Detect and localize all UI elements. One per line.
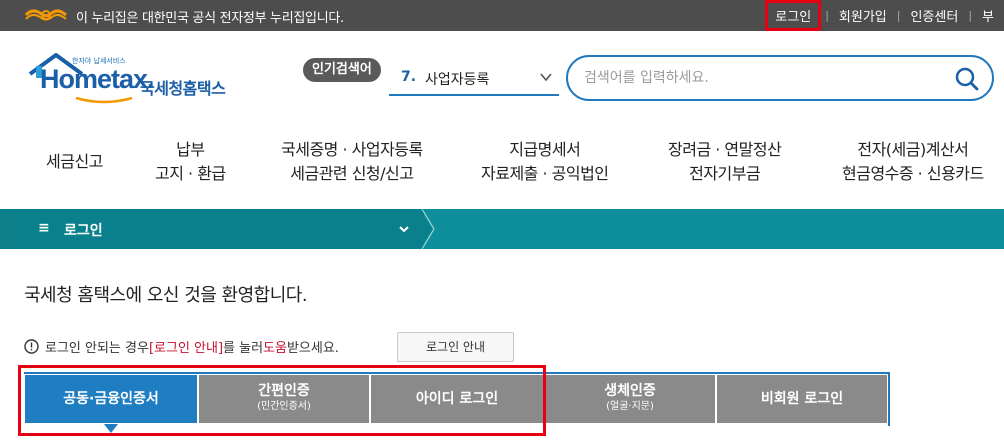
menu-label: 세금신고	[46, 152, 103, 171]
menu-payment[interactable]: 납부 고지 · 환급	[155, 138, 226, 186]
menu-label: 국세증명 · 사업자등록	[281, 140, 423, 159]
gov-banner-text: 이 누리집은 대한민국 공식 전자정부 누리집입니다.	[76, 11, 344, 26]
top-more-link[interactable]: 부	[972, 6, 1004, 25]
search-icon[interactable]	[954, 66, 980, 92]
menu-label: 전자(세금)계산서	[857, 140, 969, 159]
logo-swoosh-icon	[75, 96, 133, 104]
popular-keyword-rank: 7.	[401, 69, 417, 85]
page-title: 국세청 홈택스에 오신 것을 환영합니다.	[24, 285, 308, 306]
hamburger-icon[interactable]: ≡	[38, 220, 50, 236]
popular-keyword-text: 사업자등록	[425, 72, 490, 88]
nav-left-cap	[0, 209, 24, 249]
menu-sublabel: 세금관련 신청/신고	[290, 164, 414, 183]
tab-sublabel: (얼굴·지문)	[606, 401, 654, 412]
alert-circle-icon	[24, 339, 39, 354]
menu-label: 장려금 · 연말정산	[668, 140, 782, 159]
notice-help-text: 도움	[263, 341, 287, 356]
menu-sublabel: 고지 · 환급	[155, 164, 226, 183]
popular-keywords-badge: 인기검색어	[303, 58, 381, 82]
tab-simple-auth[interactable]: 간편인증 (민간인증서)	[198, 374, 370, 424]
notice-guide-link: [로그인 안내]	[148, 341, 224, 356]
top-cert-center-link[interactable]: 인증센터	[900, 6, 968, 25]
tab-label: 아이디 로그인	[415, 391, 499, 407]
menu-certificates[interactable]: 국세증명 · 사업자등록 세금관련 신청/신고	[281, 138, 423, 186]
chevron-down-icon	[540, 73, 552, 82]
breadcrumb-separator-icon	[420, 209, 435, 249]
menu-payment-statements[interactable]: 지급명세서 자료제출 · 공익법인	[481, 138, 609, 186]
login-guide-button[interactable]: 로그인 안내	[397, 332, 514, 362]
top-links: 로그인 | 회원가입 | 인증센터 | 부	[765, 0, 1004, 31]
tab-label: 간편인증	[258, 383, 310, 399]
logo-brand-kr: 국세청홈택스	[140, 79, 226, 98]
gov-banner: 이 누리집은 대한민국 공식 전자정부 누리집입니다. 로그인 | 회원가입 |…	[0, 0, 1004, 31]
menu-incentives[interactable]: 장려금 · 연말정산 전자기부금	[668, 138, 782, 186]
tab-sublabel: (민간인증서)	[257, 401, 311, 412]
location-title: 로그인	[64, 223, 103, 239]
hometax-logo[interactable]: 한자야 납세서비스 Hometax. 국세청홈택스	[26, 52, 246, 106]
menu-label: 납부	[176, 140, 205, 159]
notice-text: 로그인 안되는 경우	[45, 341, 149, 356]
tab-id-login[interactable]: 아이디 로그인	[370, 374, 544, 424]
logo-brand: Hometax.	[40, 64, 155, 94]
tab-non-member[interactable]: 비회원 로그인	[716, 374, 888, 424]
active-tab-indicator	[104, 424, 118, 433]
search-input[interactable]	[584, 67, 924, 89]
top-login-link[interactable]: 로그인	[765, 0, 822, 31]
notice-text: 받으세요.	[286, 341, 339, 356]
popular-keyword-select[interactable]: 7. 사업자등록	[389, 62, 559, 96]
tab-label: 공동·금융인증서	[63, 391, 159, 407]
login-method-tabs: 공동·금융인증서 간편인증 (민간인증서) 아이디 로그인 생체인증 (얼굴·지…	[24, 372, 890, 426]
login-notice: 로그인 안되는 경우 [로그인 안내] 를 눌러 도움 받으세요.	[24, 337, 339, 356]
top-signup-link[interactable]: 회원가입	[829, 6, 897, 25]
tab-label: 생체인증	[604, 383, 656, 399]
notice-text: 를 눌러	[223, 341, 264, 356]
menu-sublabel: 현금영수증 · 신용카드	[842, 164, 984, 183]
menu-tax-filing[interactable]: 세금신고	[46, 150, 103, 174]
menu-sublabel: 전자기부금	[689, 164, 761, 183]
search-box	[566, 55, 994, 101]
tab-joint-certificate[interactable]: 공동·금융인증서	[24, 374, 198, 424]
menu-e-invoice[interactable]: 전자(세금)계산서 현금영수증 · 신용카드	[842, 138, 984, 186]
location-bar: ≡ 로그인	[0, 209, 1004, 249]
tab-biometric[interactable]: 생체인증 (얼굴·지문)	[544, 374, 716, 424]
tab-label: 비회원 로그인	[760, 391, 844, 407]
menu-label: 지급명세서	[509, 140, 581, 159]
chevron-down-icon[interactable]	[398, 223, 410, 235]
menu-sublabel: 자료제출 · 공익법인	[481, 164, 609, 183]
gov-emblem-icon	[24, 9, 67, 21]
main-menu: 세금신고 납부 고지 · 환급 국세증명 · 사업자등록 세금관련 신청/신고 …	[0, 138, 1004, 192]
